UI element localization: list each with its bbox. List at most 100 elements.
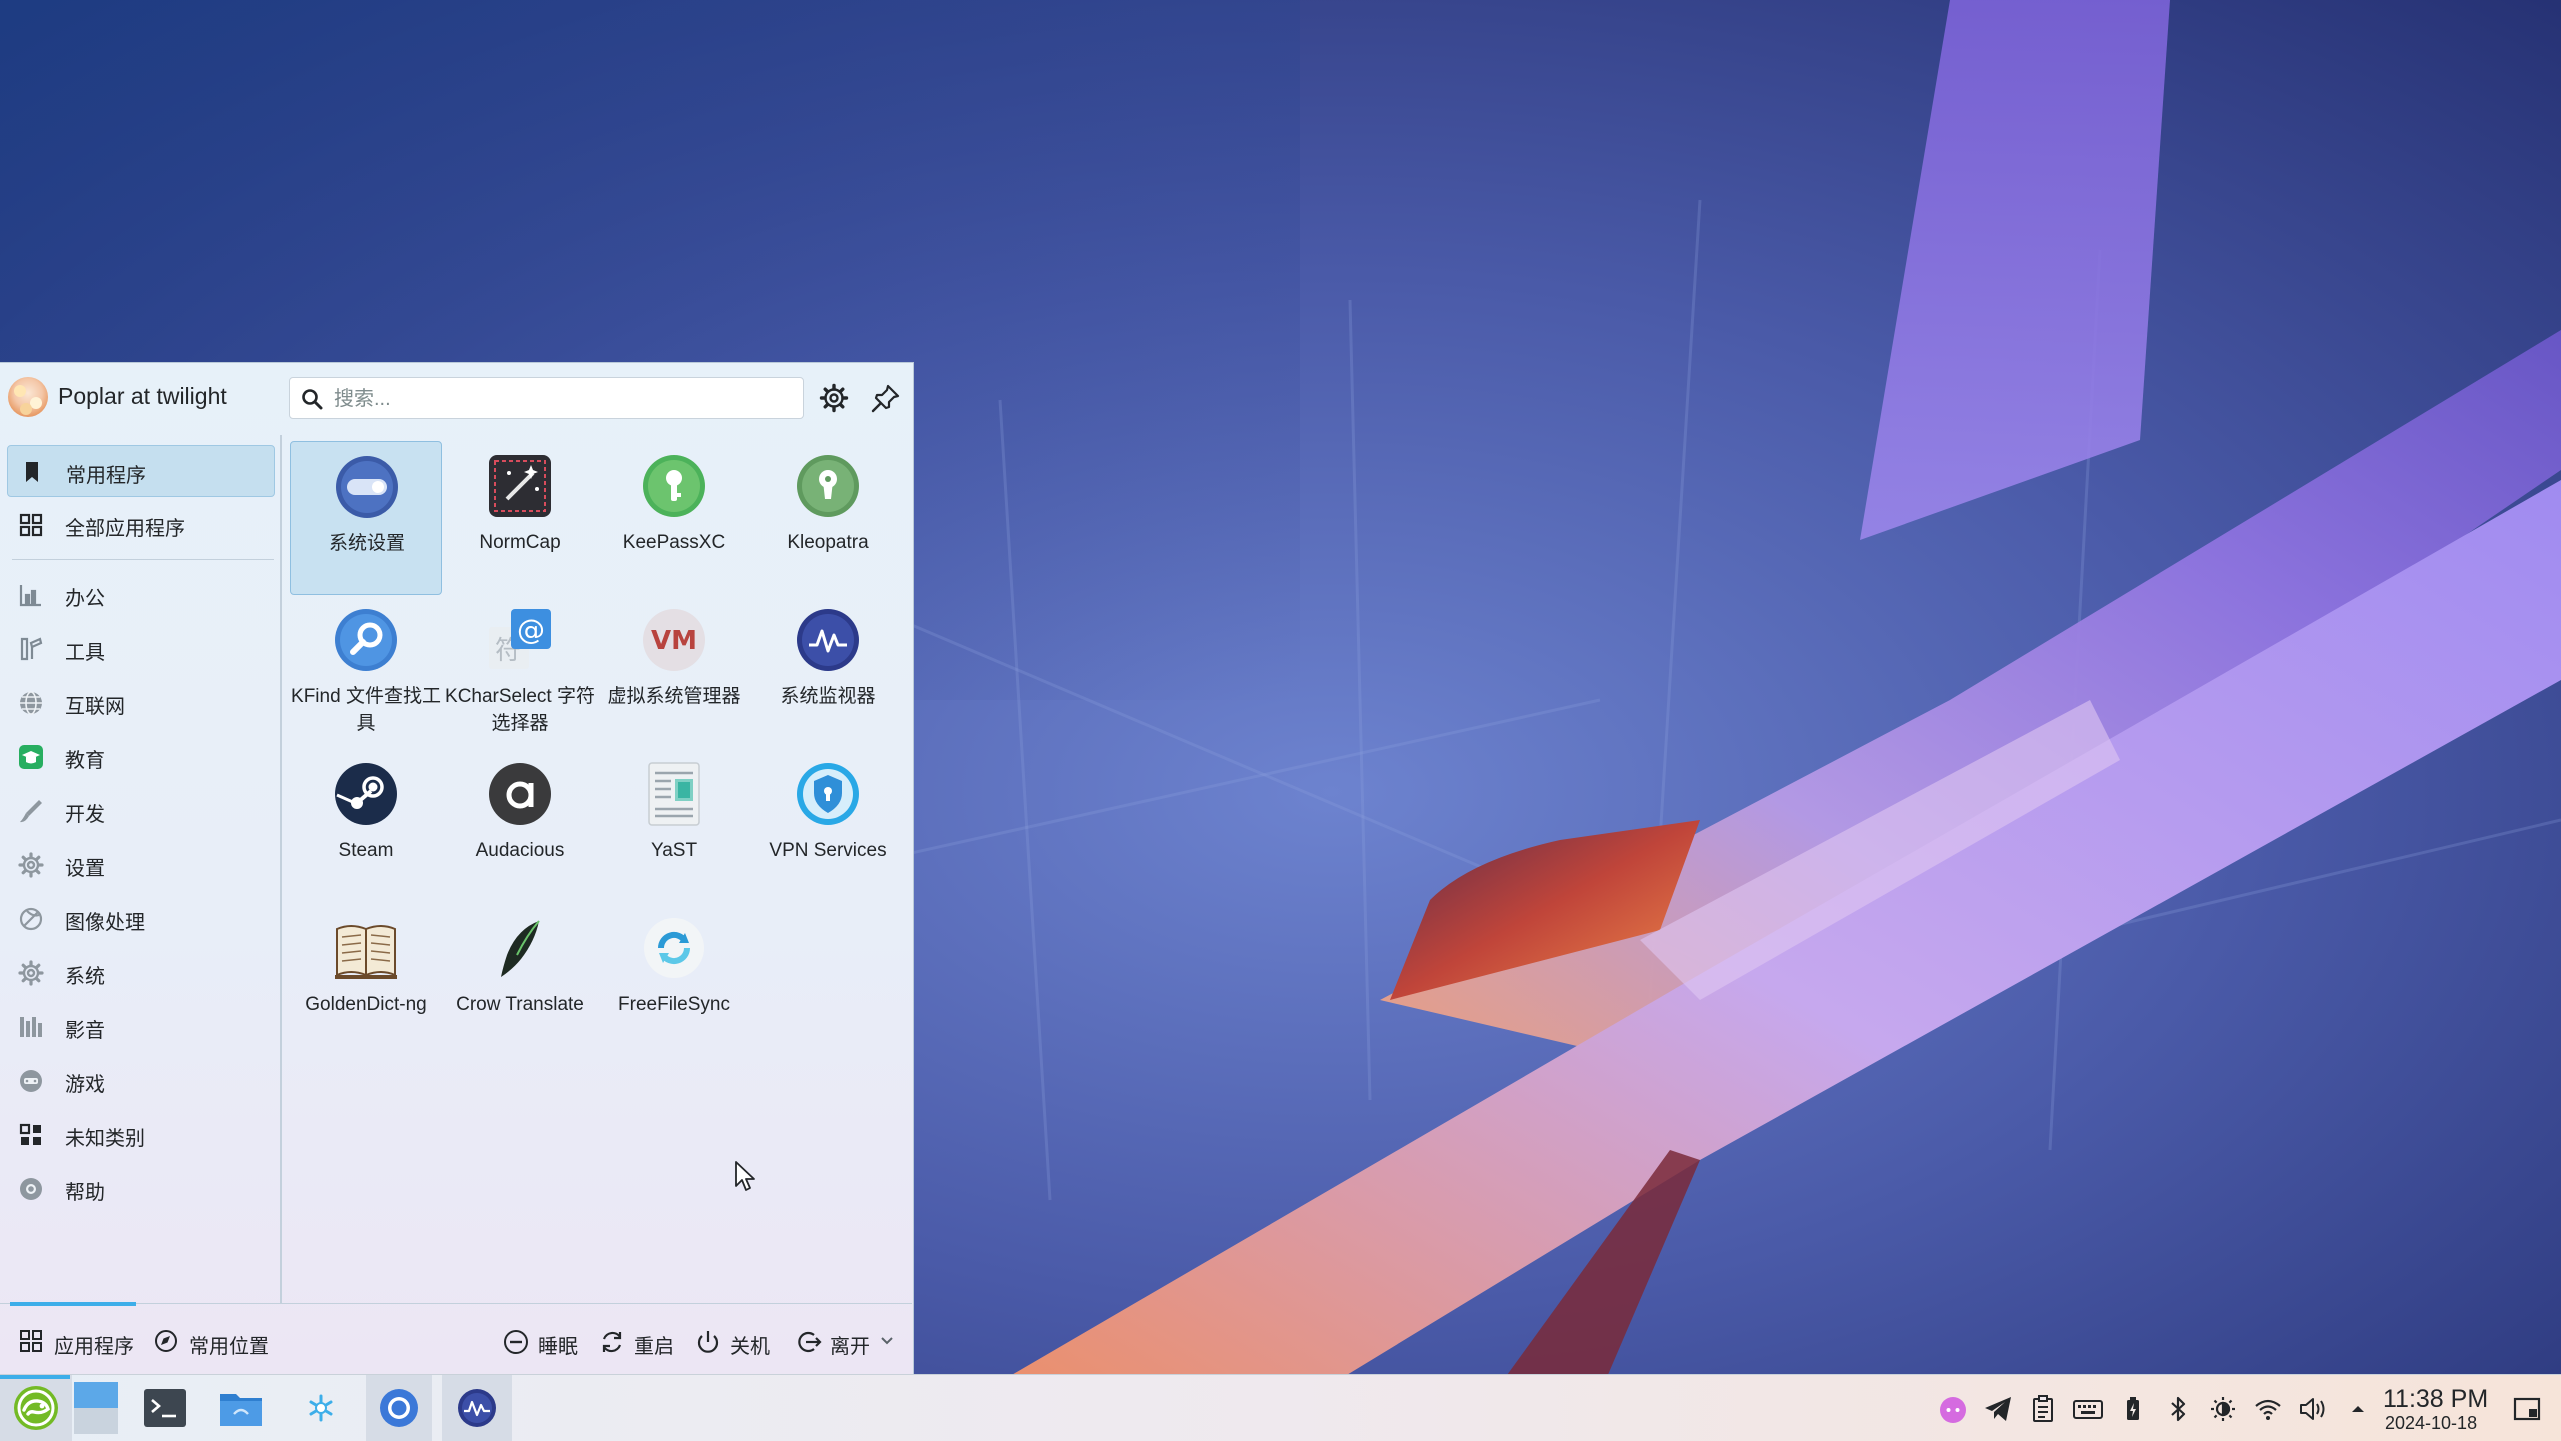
mouse-cursor <box>735 1161 755 1191</box>
discover-icon <box>309 1394 333 1422</box>
shutdown-button[interactable]: 关机 <box>694 1304 778 1376</box>
tab-label: 应用程序 <box>54 1336 134 1358</box>
app-kfind[interactable]: KFind 文件查找工具 <box>290 595 442 749</box>
show-desktop-icon[interactable] <box>2512 1394 2542 1424</box>
desktop-pager-icon <box>74 1382 118 1434</box>
crow-translate-icon <box>501 920 540 977</box>
active-indicator <box>0 1375 70 1379</box>
sidebar-divider <box>12 559 274 560</box>
keyboard-icon[interactable] <box>2073 1394 2103 1424</box>
bluetooth-icon[interactable] <box>2163 1394 2193 1424</box>
development-icon <box>20 800 42 823</box>
search-input[interactable] <box>332 384 786 414</box>
button-label: 睡眠 <box>538 1336 578 1358</box>
file-manager-icon <box>220 1394 262 1426</box>
sidebar-item-label: 设置 <box>65 858 105 880</box>
sidebar-item-development[interactable]: 开发 <box>7 785 275 837</box>
taskbar-application-launcher[interactable] <box>0 1375 72 1441</box>
app-vpn-services[interactable]: VPN Services <box>752 749 904 903</box>
tab-label: 常用位置 <box>189 1336 269 1358</box>
steam-icon <box>335 763 397 825</box>
gear-icon[interactable] <box>816 380 852 416</box>
leave-button[interactable]: 离开 <box>794 1304 898 1376</box>
wifi-icon[interactable] <box>2253 1394 2283 1424</box>
sidebar-item-graphics[interactable]: 图像处理 <box>7 893 275 945</box>
expand-tray-icon[interactable] <box>2343 1394 2373 1424</box>
tab-places[interactable]: 常用位置 <box>153 1304 273 1376</box>
sidebar-item-internet[interactable]: 互联网 <box>7 677 275 729</box>
app-system-settings[interactable]: 系统设置 <box>290 441 442 595</box>
restart-button[interactable]: 重启 <box>598 1304 682 1376</box>
sleep-icon <box>504 1330 528 1354</box>
sidebar-item-education[interactable]: 教育 <box>7 731 275 783</box>
sidebar-item-label: 影音 <box>65 1020 105 1042</box>
sidebar-item-label: 互联网 <box>65 696 125 718</box>
app-yast[interactable]: YaST <box>598 749 750 903</box>
application-launcher-menu: Poplar at twilight 搜索... 常用程序 全部应用程序 办公 … <box>0 362 914 1374</box>
system-monitor-icon <box>797 609 859 671</box>
app-goldendict-ng[interactable]: GoldenDict-ng <box>290 903 442 1057</box>
app-keepassxc[interactable]: KeePassXC <box>598 441 750 595</box>
svg-text:VM: VM <box>651 626 697 656</box>
taskbar-browser[interactable] <box>366 1375 432 1441</box>
virt-manager-icon: VM <box>643 609 705 671</box>
taskbar-konsole[interactable] <box>132 1375 198 1441</box>
app-audacious[interactable]: Audacious <box>444 749 596 903</box>
sidebar-item-label: 全部应用程序 <box>65 518 185 540</box>
sidebar-item-help[interactable]: 帮助 <box>7 1163 275 1215</box>
sidebar-item-all-applications[interactable]: 全部应用程序 <box>7 499 275 551</box>
normcap-icon <box>489 455 551 517</box>
user-avatar[interactable] <box>8 377 48 417</box>
leave-icon <box>798 1331 822 1353</box>
taskbar-pager[interactable] <box>72 1375 120 1441</box>
sidebar-item-tools[interactable]: 工具 <box>7 623 275 675</box>
telegram-icon[interactable] <box>1983 1394 2013 1424</box>
freefilesync-icon <box>644 918 704 978</box>
battery-icon[interactable] <box>2118 1394 2148 1424</box>
sidebar-item-label: 开发 <box>65 804 105 826</box>
app-crow-translate[interactable]: Crow Translate <box>444 903 596 1057</box>
taskbar-discover[interactable] <box>288 1375 354 1441</box>
brightness-icon[interactable] <box>2208 1394 2238 1424</box>
sidebar-item-label: 未知类别 <box>65 1128 145 1150</box>
unknown-icon <box>19 1123 41 1145</box>
tools-icon <box>20 637 43 661</box>
sidebar-item-unknown[interactable]: 未知类别 <box>7 1109 275 1161</box>
taskbar: 11:38 PM 2024-10-18 <box>0 1374 2561 1441</box>
app-freefilesync[interactable]: FreeFileSync <box>598 903 750 1057</box>
taskbar-system-monitor[interactable] <box>442 1375 512 1441</box>
button-label: 重启 <box>634 1336 674 1358</box>
app-kleopatra[interactable]: Kleopatra <box>752 441 904 595</box>
cat-icon[interactable] <box>1938 1394 1968 1424</box>
sidebar-item-favorites[interactable]: 常用程序 <box>7 445 275 497</box>
settings-icon <box>18 852 44 878</box>
bookmark-icon <box>26 462 38 482</box>
places-icon <box>155 1330 177 1352</box>
sidebar-item-office[interactable]: 办公 <box>7 569 275 621</box>
app-system-monitor[interactable]: 系统监视器 <box>752 595 904 749</box>
sidebar-item-label: 常用程序 <box>66 465 146 487</box>
app-normcap[interactable]: NormCap <box>444 441 596 595</box>
sidebar-item-system[interactable]: 系统 <box>7 947 275 999</box>
taskbar-dolphin[interactable] <box>208 1375 274 1441</box>
sidebar-item-multimedia[interactable]: 影音 <box>7 1001 275 1053</box>
chevron-down-icon[interactable] <box>880 1336 894 1346</box>
sidebar-item-games[interactable]: 游戏 <box>7 1055 275 1107</box>
search-box[interactable] <box>289 377 804 419</box>
games-icon <box>20 1070 42 1092</box>
favorites-grid: 系统设置 NormCap KeePassXC Kleopatra KFind 文… <box>284 435 912 1303</box>
app-virt-manager[interactable]: VM 虚拟系统管理器 <box>598 595 750 749</box>
terminal-icon <box>144 1389 186 1427</box>
sidebar-item-settings[interactable]: 设置 <box>7 839 275 891</box>
clock-date[interactable]: 2024-10-18 <box>2385 1413 2477 1434</box>
app-label: Audacious <box>475 840 565 861</box>
pin-icon[interactable] <box>868 380 904 416</box>
app-kcharselect[interactable]: 符 @ KCharSelect 字符选择器 <box>444 595 596 749</box>
tab-applications[interactable]: 应用程序 <box>18 1304 138 1376</box>
app-label: NormCap <box>479 532 561 553</box>
volume-icon[interactable] <box>2298 1394 2328 1424</box>
clock-time[interactable]: 11:38 PM <box>2383 1385 2488 1414</box>
clipboard-icon[interactable] <box>2028 1394 2058 1424</box>
app-steam[interactable]: Steam <box>290 749 442 903</box>
sleep-button[interactable]: 睡眠 <box>502 1304 586 1376</box>
